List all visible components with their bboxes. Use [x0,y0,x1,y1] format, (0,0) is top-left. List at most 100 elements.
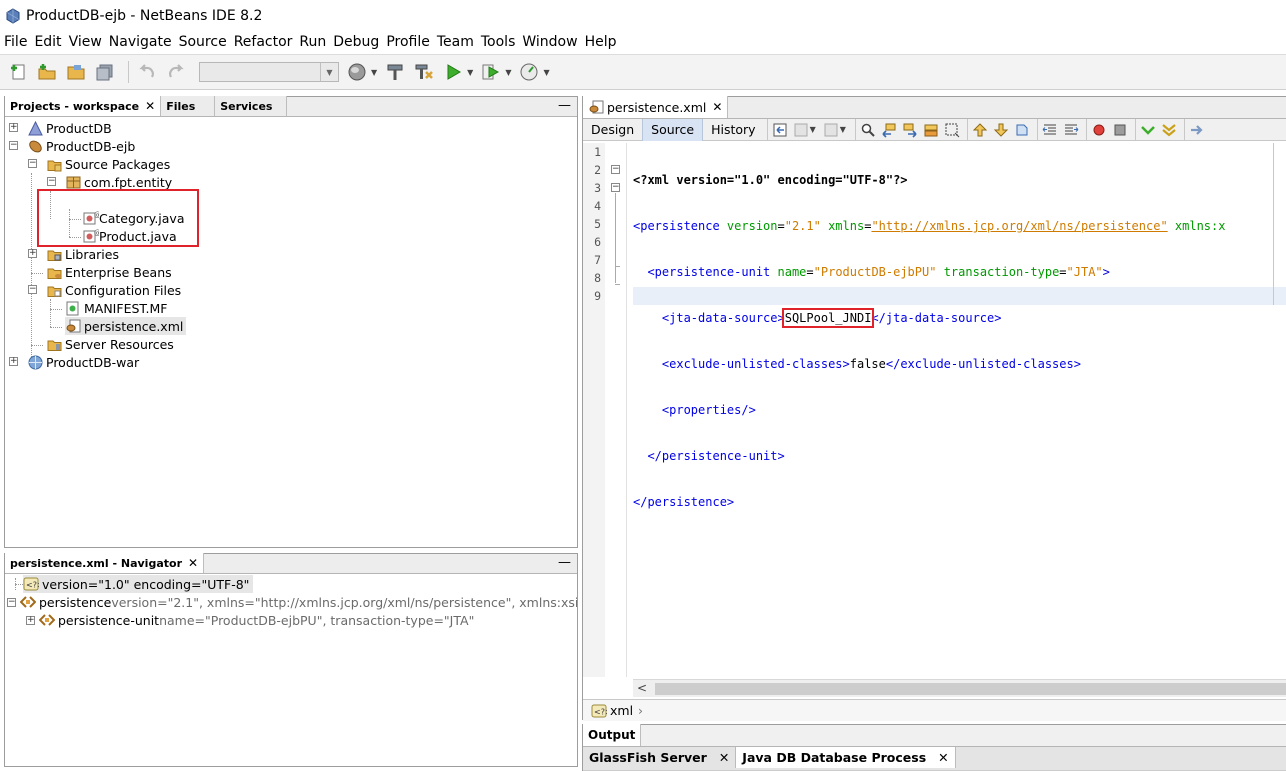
toggle-bookmark-button[interactable] [1013,121,1031,139]
menu-navigate[interactable]: Navigate [109,34,172,50]
profile-dropdown-icon[interactable]: ▼ [543,68,549,77]
menu-profile[interactable]: Profile [386,34,430,50]
save-all-button[interactable] [93,60,117,84]
fold-icon[interactable]: − [611,165,620,174]
find-next-button[interactable] [901,121,919,139]
find-previous-button[interactable] [880,121,898,139]
menu-view[interactable]: View [69,34,102,50]
attr-value-link[interactable]: "http://xmlns.jcp.org/xml/ns/persistence… [871,219,1167,233]
tree-item-libraries[interactable]: + Libraries [28,245,119,263]
close-icon[interactable]: ✕ [938,750,948,765]
build-button[interactable] [383,60,407,84]
minimize-icon[interactable]: — [558,98,571,113]
view-tab-history[interactable]: History [703,119,763,141]
close-icon[interactable]: ✕ [188,556,198,570]
tab-java-db-process[interactable]: Java DB Database Process ✕ [736,747,956,768]
collapse-icon[interactable]: − [9,141,18,150]
tree-item-productdb-ejb[interactable]: − ProductDB-ejb [9,137,135,155]
tab-projects[interactable]: Projects - workspace ✕ [5,96,162,116]
back-dropdown-icon[interactable]: ▼ [810,125,816,134]
navigator-persistence-node[interactable]: − persistence version="2.1", xmlns="http… [7,593,577,611]
collapse-icon[interactable]: − [7,597,16,607]
new-file-button[interactable] [6,60,30,84]
toggle-highlight-button[interactable] [922,121,940,139]
code-editor[interactable]: 1 2 3 4 5 6 7 8 9 − − <?xml version="1.0… [583,143,1286,677]
start-macro-button[interactable] [1090,121,1108,139]
undo-button[interactable] [135,60,159,84]
previous-bookmark-button[interactable] [971,121,989,139]
navigator-xml-declaration[interactable]: <?> version="1.0" encoding="UTF-8" [23,575,254,593]
debug-button[interactable] [479,60,503,84]
toggle-rect-selection-button[interactable] [943,121,961,139]
run-button[interactable] [441,60,465,84]
tree-item-productdb-war[interactable]: + ProductDB-war [9,353,139,371]
view-tab-design[interactable]: Design [583,119,642,141]
expand-icon[interactable]: + [9,123,18,132]
navigator-persistence-unit-node[interactable]: + persistence-unit name="ProductDB-ejbPU… [26,611,474,629]
stop-macro-button[interactable] [1111,121,1129,139]
project-configuration-select[interactable]: ▼ [199,62,339,82]
expand-icon[interactable]: + [9,357,18,366]
close-icon[interactable]: ✕ [145,99,155,113]
menu-team[interactable]: Team [437,34,474,50]
globe-button[interactable] [345,60,369,84]
back-button[interactable] [792,121,810,139]
close-icon[interactable]: ✕ [719,750,729,765]
tree-item-manifest[interactable]: MANIFEST.MF [65,299,168,317]
redo-button[interactable] [164,60,188,84]
tree-item-persistence-xml[interactable]: persistence.xml [65,317,187,335]
new-project-button[interactable] [35,60,59,84]
forward-dropdown-icon[interactable]: ▼ [840,125,846,134]
expand-icon[interactable]: + [26,615,35,625]
menu-refactor[interactable]: Refactor [234,34,293,50]
next-bookmark-button[interactable] [992,121,1010,139]
shift-right-button[interactable] [1062,121,1080,139]
tree-item-source-packages[interactable]: − Source Packages [28,155,170,173]
menu-source[interactable]: Source [179,34,227,50]
check-xml-button[interactable] [1160,121,1178,139]
tab-services[interactable]: Services [215,96,288,116]
horizontal-scrollbar[interactable]: < [633,679,1286,697]
collapse-icon[interactable]: − [28,285,37,294]
validate-xml-button[interactable] [1139,121,1157,139]
tab-persistence-xml[interactable]: persistence.xml ✕ [583,96,729,118]
clean-build-button[interactable] [412,60,436,84]
menu-tools[interactable]: Tools [481,34,516,50]
open-project-button[interactable] [64,60,88,84]
tab-output[interactable]: Output [583,724,642,746]
debug-dropdown-icon[interactable]: ▼ [505,68,511,77]
tree-item-configuration-files[interactable]: − Configuration Files [28,281,181,299]
tab-files[interactable]: Files [161,96,216,116]
fold-icon[interactable]: − [611,183,620,192]
tree-item-productdb[interactable]: + ProductDB [9,119,112,137]
menu-edit[interactable]: Edit [34,34,61,50]
last-edit-button[interactable] [771,121,789,139]
profile-button[interactable] [517,60,541,84]
scrollbar-thumb[interactable] [655,683,1286,695]
menu-window[interactable]: Window [522,34,577,50]
tag: <persistence-unit [633,265,778,279]
close-icon[interactable]: ✕ [712,100,722,114]
breadcrumb-item[interactable]: xml [610,703,633,718]
minimize-icon[interactable]: — [558,555,571,570]
collapse-icon[interactable]: − [28,159,37,168]
menu-debug[interactable]: Debug [333,34,379,50]
tree-item-enterprise-beans[interactable]: Enterprise Beans [46,263,172,281]
menu-help[interactable]: Help [585,34,617,50]
tab-navigator[interactable]: persistence.xml - Navigator ✕ [5,553,205,573]
find-button[interactable] [859,121,877,139]
xsl-transform-button[interactable] [1188,121,1206,139]
tree-item-server-resources[interactable]: Server Resources [46,335,174,353]
view-tab-source[interactable]: Source [642,118,704,141]
toolbar-separator [966,118,968,141]
expand-icon[interactable]: + [28,249,37,258]
globe-dropdown-icon[interactable]: ▼ [371,68,377,77]
menu-file[interactable]: File [4,34,27,50]
collapse-icon[interactable]: − [47,177,56,186]
tab-glassfish-server[interactable]: GlassFish Server ✕ [583,747,737,768]
forward-button[interactable] [822,121,840,139]
run-dropdown-icon[interactable]: ▼ [467,68,473,77]
shift-left-button[interactable] [1041,121,1059,139]
menu-run[interactable]: Run [299,34,326,50]
scroll-left-icon[interactable]: < [637,681,647,695]
